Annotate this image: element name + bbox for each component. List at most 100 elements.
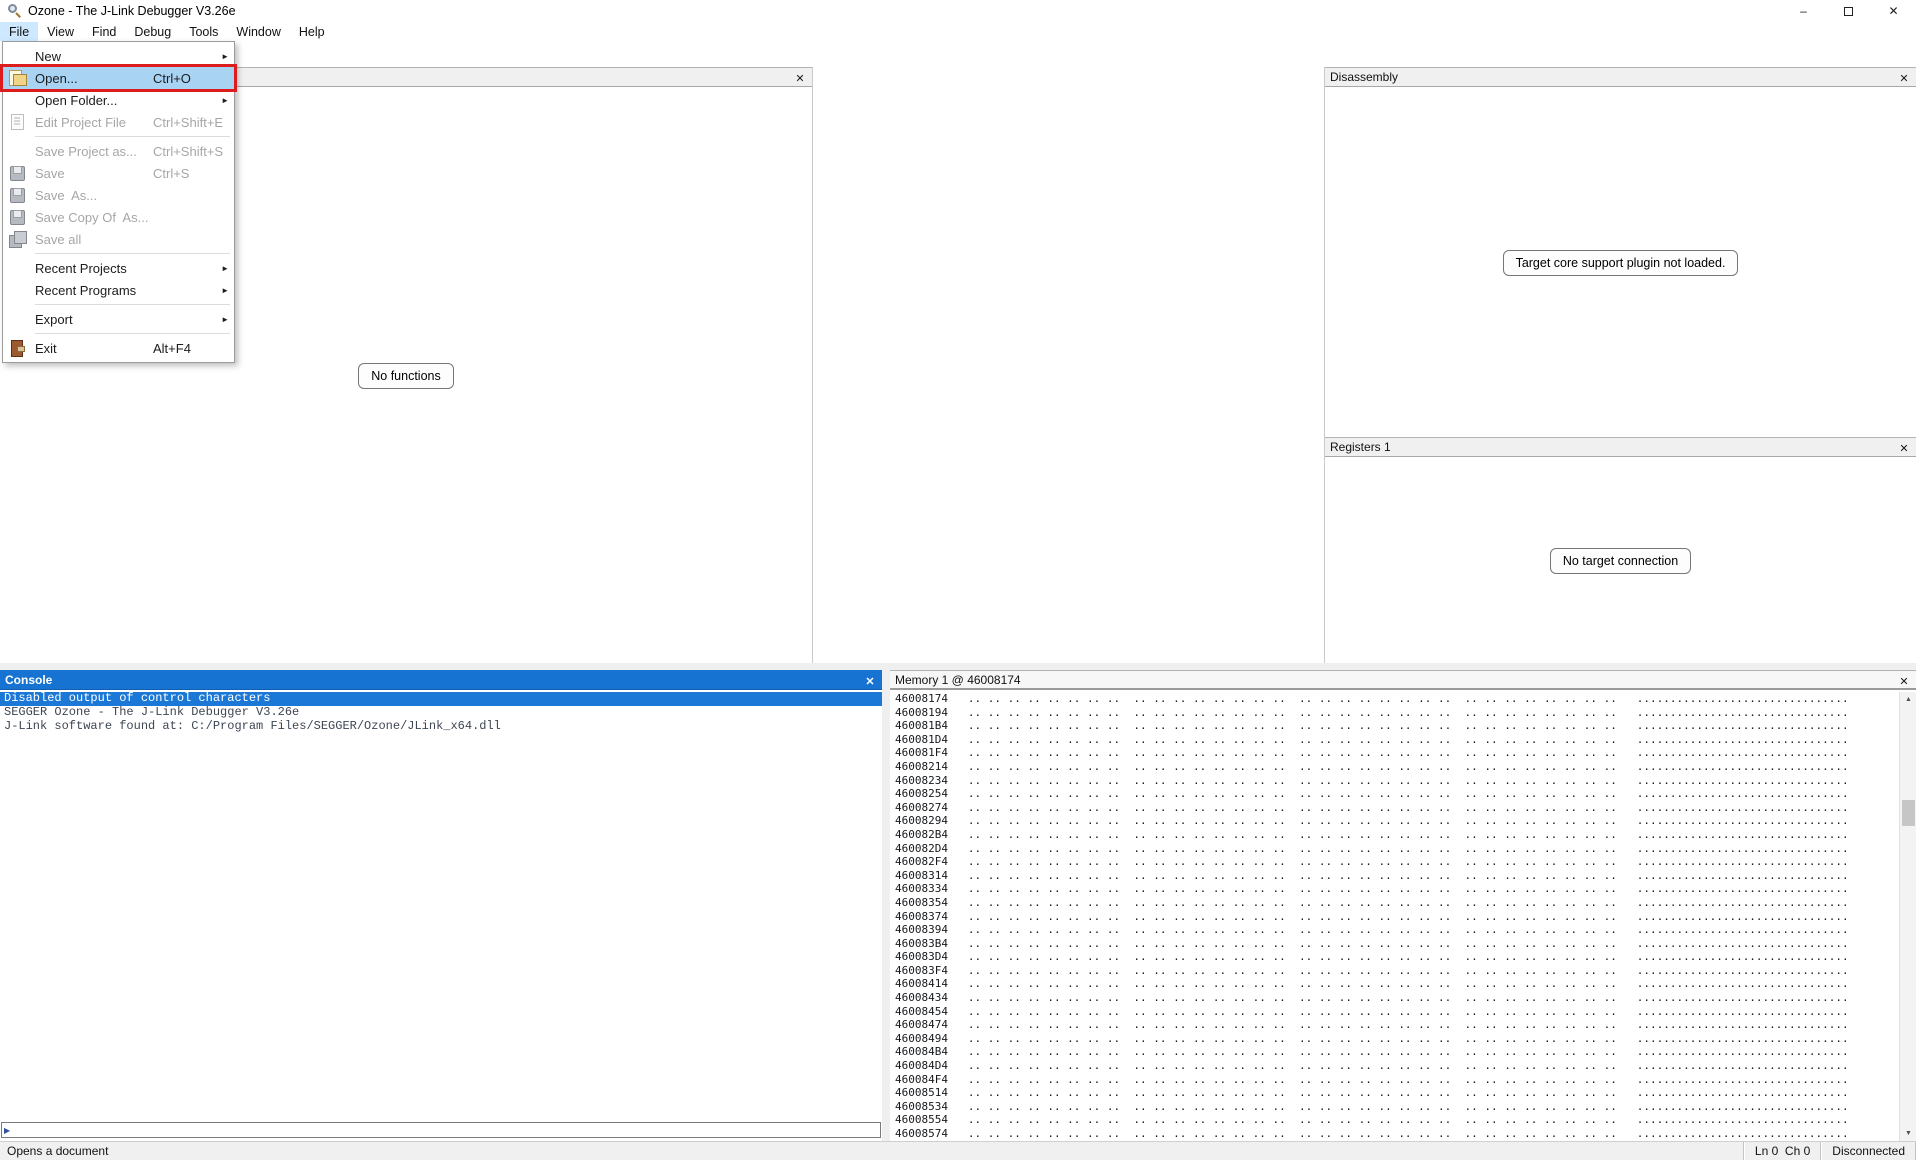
menu-item-save-copy-of-as: Save Copy Of As...: [3, 206, 234, 228]
memory-row[interactable]: 46008294 .. .. .. .. .. .. .. .. .. .. .…: [895, 814, 1899, 828]
memory-row[interactable]: 460082D4 .. .. .. .. .. .. .. .. .. .. .…: [895, 842, 1899, 856]
memory-row[interactable]: 46008474 .. .. .. .. .. .. .. .. .. .. .…: [895, 1018, 1899, 1032]
registers-close-icon[interactable]: ✕: [1896, 440, 1912, 456]
memory-row[interactable]: 46008434 .. .. .. .. .. .. .. .. .. .. .…: [895, 991, 1899, 1005]
memory-row[interactable]: 46008454 .. .. .. .. .. .. .. .. .. .. .…: [895, 1005, 1899, 1019]
memory-row[interactable]: 46008394 .. .. .. .. .. .. .. .. .. .. .…: [895, 923, 1899, 937]
menu-separator: [35, 304, 230, 305]
menu-item-open[interactable]: Open...Ctrl+O: [3, 67, 234, 89]
memory-row[interactable]: 460083D4 .. .. .. .. .. .. .. .. .. .. .…: [895, 950, 1899, 964]
console-panel-header[interactable]: Console ✕: [0, 670, 882, 690]
memory-row[interactable]: 46008534 .. .. .. .. .. .. .. .. .. .. .…: [895, 1100, 1899, 1114]
menu-item-export[interactable]: Export ►: [3, 308, 234, 330]
memory-scrollbar[interactable]: ▲ ▼: [1899, 692, 1916, 1141]
console-line[interactable]: Disabled output of control characters: [0, 692, 882, 706]
menu-item-shortcut: Ctrl+Shift+E: [153, 115, 219, 130]
maximize-button[interactable]: [1826, 0, 1871, 22]
menu-icon-placeholder: [8, 92, 28, 108]
registers-panel-body: No target connection: [1325, 459, 1916, 663]
memory-row[interactable]: 46008574 .. .. .. .. .. .. .. .. .. .. .…: [895, 1127, 1899, 1141]
menu-item-open-folder[interactable]: Open Folder...►: [3, 89, 234, 111]
horizontal-splitter[interactable]: [0, 663, 1916, 670]
memory-row[interactable]: 460084D4 .. .. .. .. .. .. .. .. .. .. .…: [895, 1059, 1899, 1073]
disassembly-panel-body: Target core support plugin not loaded.: [1325, 89, 1916, 437]
menu-item-recent-projects[interactable]: Recent Projects►: [3, 257, 234, 279]
memory-row[interactable]: 46008514 .. .. .. .. .. .. .. .. .. .. .…: [895, 1086, 1899, 1100]
memory-row[interactable]: 460082F4 .. .. .. .. .. .. .. .. .. .. .…: [895, 855, 1899, 869]
menu-icon-placeholder: [8, 282, 28, 298]
memory-panel-header[interactable]: Memory 1 @ 46008174 ✕: [890, 670, 1916, 690]
menu-separator: [35, 333, 230, 334]
close-icon: ✕: [1888, 4, 1898, 18]
console-line[interactable]: J-Link software found at: C:/Program Fil…: [0, 720, 882, 734]
memory-row[interactable]: 460081B4 .. .. .. .. .. .. .. .. .. .. .…: [895, 719, 1899, 733]
registers-message: No target connection: [1550, 548, 1691, 574]
menubar-item-tools[interactable]: Tools: [180, 22, 227, 41]
console-output[interactable]: Disabled output of control charactersSEG…: [0, 692, 882, 1119]
menu-item-label: Export: [35, 312, 153, 327]
memory-row[interactable]: 46008314 .. .. .. .. .. .. .. .. .. .. .…: [895, 869, 1899, 883]
memory-row[interactable]: 46008354 .. .. .. .. .. .. .. .. .. .. .…: [895, 896, 1899, 910]
menu-item-label: Save Copy Of As...: [35, 210, 153, 225]
memory-row[interactable]: 46008194 .. .. .. .. .. .. .. .. .. .. .…: [895, 706, 1899, 720]
menubar-item-window[interactable]: Window: [227, 22, 289, 41]
memory-row[interactable]: 46008174 .. .. .. .. .. .. .. .. .. .. .…: [895, 692, 1899, 706]
minimize-button[interactable]: –: [1781, 0, 1826, 22]
memory-close-icon[interactable]: ✕: [1896, 673, 1912, 689]
menubar-item-debug[interactable]: Debug: [125, 22, 180, 41]
memory-row[interactable]: 460083F4 .. .. .. .. .. .. .. .. .. .. .…: [895, 964, 1899, 978]
disassembly-close-icon[interactable]: ✕: [1896, 70, 1912, 86]
menu-item-label: Save all: [35, 232, 153, 247]
console-command-input[interactable]: ▶: [1, 1122, 881, 1138]
menu-item-shortcut: Ctrl+Shift+S: [153, 144, 219, 159]
menu-item-label: Open...: [35, 71, 153, 86]
menu-item-new[interactable]: New►: [3, 45, 234, 67]
document-area: [813, 67, 1325, 663]
menu-item-recent-programs[interactable]: Recent Programs►: [3, 279, 234, 301]
status-cursor-position: Ln 0 Ch 0: [1744, 1142, 1821, 1160]
memory-rows[interactable]: 46008174 .. .. .. .. .. .. .. .. .. .. .…: [890, 692, 1899, 1141]
menubar-item-view[interactable]: View: [38, 22, 83, 41]
vertical-splitter[interactable]: [882, 670, 890, 1141]
memory-row[interactable]: 460081F4 .. .. .. .. .. .. .. .. .. .. .…: [895, 746, 1899, 760]
file-menu: New►Open...Ctrl+OOpen Folder...►Edit Pro…: [2, 41, 235, 363]
memory-row[interactable]: 460084B4 .. .. .. .. .. .. .. .. .. .. .…: [895, 1045, 1899, 1059]
console-panel: Console ✕ Disabled output of control cha…: [0, 670, 882, 1141]
status-connection: Disconnected: [1821, 1142, 1916, 1160]
memory-row[interactable]: 46008414 .. .. .. .. .. .. .. .. .. .. .…: [895, 977, 1899, 991]
menu-item-label: Save As...: [35, 188, 153, 203]
functions-close-icon[interactable]: ✕: [792, 70, 808, 86]
scrollbar-thumb[interactable]: [1902, 800, 1915, 826]
menu-item-save-all: Save all: [3, 228, 234, 250]
memory-row[interactable]: 46008494 .. .. .. .. .. .. .. .. .. .. .…: [895, 1032, 1899, 1046]
menubar-item-help[interactable]: Help: [290, 22, 334, 41]
memory-row[interactable]: 46008334 .. .. .. .. .. .. .. .. .. .. .…: [895, 882, 1899, 896]
console-prompt-icon: ▶: [4, 1126, 10, 1135]
scroll-up-icon[interactable]: ▲: [1900, 692, 1916, 707]
open-document-icon: [8, 70, 28, 86]
disassembly-panel-header[interactable]: Disassembly ✕: [1325, 67, 1916, 87]
menu-item-label: Open Folder...: [35, 93, 153, 108]
memory-row[interactable]: 460081D4 .. .. .. .. .. .. .. .. .. .. .…: [895, 733, 1899, 747]
menubar-item-find[interactable]: Find: [83, 22, 125, 41]
memory-row[interactable]: 460084F4 .. .. .. .. .. .. .. .. .. .. .…: [895, 1073, 1899, 1087]
console-close-icon[interactable]: ✕: [862, 673, 878, 689]
memory-row[interactable]: 46008234 .. .. .. .. .. .. .. .. .. .. .…: [895, 774, 1899, 788]
registers-panel-header[interactable]: Registers 1 ✕: [1325, 437, 1916, 457]
submenu-arrow-icon: ►: [219, 315, 229, 324]
menubar-item-file[interactable]: File: [0, 22, 38, 41]
menu-item-exit[interactable]: ExitAlt+F4: [3, 337, 234, 359]
console-line[interactable]: SEGGER Ozone - The J-Link Debugger V3.26…: [0, 706, 882, 720]
memory-row[interactable]: 46008254 .. .. .. .. .. .. .. .. .. .. .…: [895, 787, 1899, 801]
memory-row[interactable]: 46008374 .. .. .. .. .. .. .. .. .. .. .…: [895, 910, 1899, 924]
memory-panel: Memory 1 @ 46008174 ✕ 46008174 .. .. .. …: [890, 670, 1916, 1141]
memory-row[interactable]: 460082B4 .. .. .. .. .. .. .. .. .. .. .…: [895, 828, 1899, 842]
scroll-down-icon[interactable]: ▼: [1900, 1126, 1916, 1141]
memory-row[interactable]: 46008214 .. .. .. .. .. .. .. .. .. .. .…: [895, 760, 1899, 774]
memory-row[interactable]: 46008554 .. .. .. .. .. .. .. .. .. .. .…: [895, 1113, 1899, 1127]
memory-row[interactable]: 460083B4 .. .. .. .. .. .. .. .. .. .. .…: [895, 937, 1899, 951]
close-button[interactable]: ✕: [1871, 0, 1916, 22]
memory-row[interactable]: 46008274 .. .. .. .. .. .. .. .. .. .. .…: [895, 801, 1899, 815]
disassembly-panel-title: Disassembly: [1330, 70, 1398, 84]
titlebar[interactable]: Ozone - The J-Link Debugger V3.26e – ✕: [0, 0, 1916, 22]
